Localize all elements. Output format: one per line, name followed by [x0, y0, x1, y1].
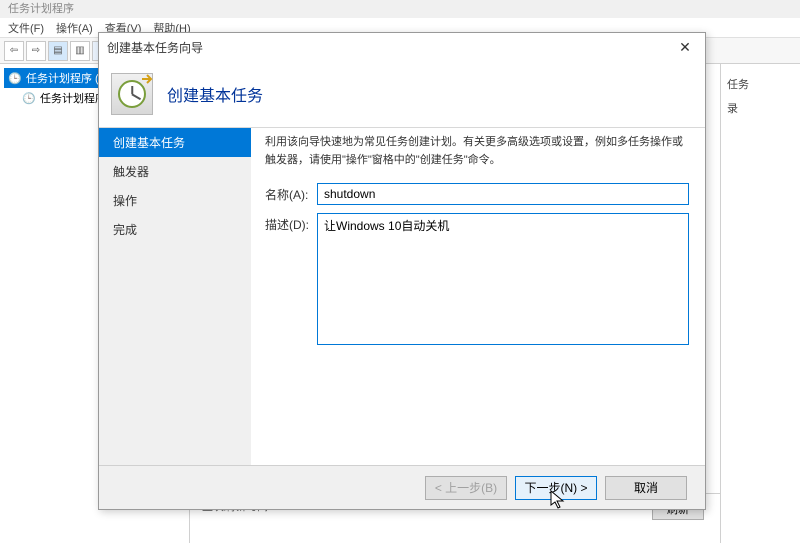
- description-row: 描述(D):: [265, 213, 689, 345]
- create-basic-task-wizard: 创建基本任务向导 ✕ 创建基本任务 创建基本任务 触发器 操作 完成 利用该向导…: [98, 32, 706, 510]
- dialog-titlebar: 创建基本任务向导 ✕: [99, 33, 705, 61]
- name-label: 名称(A):: [265, 183, 317, 203]
- toolbar-back-icon[interactable]: ⇦: [4, 41, 24, 61]
- wizard-description: 利用该向导快速地为常见任务创建计划。有关更多高级选项或设置，例如多任务操作或触发…: [265, 134, 689, 169]
- step-trigger[interactable]: 触发器: [99, 157, 251, 186]
- name-input[interactable]: [317, 183, 689, 205]
- toolbar-forward-icon[interactable]: ⇨: [26, 41, 46, 61]
- toolbar-panes-icon[interactable]: ▤: [48, 41, 68, 61]
- step-action[interactable]: 操作: [99, 186, 251, 215]
- wizard-clock-icon: [111, 73, 153, 115]
- step-finish[interactable]: 完成: [99, 215, 251, 244]
- actions-item-2[interactable]: 录: [725, 96, 796, 120]
- cancel-button[interactable]: 取消: [605, 476, 687, 500]
- wizard-steps: 创建基本任务 触发器 操作 完成: [99, 127, 251, 465]
- menu-file[interactable]: 文件(F): [4, 20, 48, 36]
- back-button: < 上一步(B): [425, 476, 507, 500]
- close-icon[interactable]: ✕: [673, 35, 697, 59]
- dialog-title: 创建基本任务向导: [107, 39, 203, 56]
- name-row: 名称(A):: [265, 183, 689, 205]
- next-button[interactable]: 下一步(N) >: [515, 476, 597, 500]
- folder-clock-icon: 🕒: [22, 91, 36, 105]
- actions-item-1[interactable]: 任务: [725, 72, 796, 96]
- step-create-basic-task[interactable]: 创建基本任务: [99, 128, 251, 157]
- description-label: 描述(D):: [265, 213, 317, 233]
- actions-panel: 任务 录: [720, 64, 800, 543]
- dialog-content: 利用该向导快速地为常见任务创建计划。有关更多高级选项或设置，例如多任务操作或触发…: [251, 127, 705, 465]
- toolbar-detail-icon[interactable]: ▥: [70, 41, 90, 61]
- bg-window-title: 任务计划程序: [0, 0, 800, 18]
- description-input[interactable]: [317, 213, 689, 345]
- dialog-header: 创建基本任务: [99, 61, 705, 127]
- clock-icon: 🕒: [8, 71, 22, 85]
- dialog-body: 创建基本任务 触发器 操作 完成 利用该向导快速地为常见任务创建计划。有关更多高…: [99, 127, 705, 465]
- arrow-icon: [140, 72, 154, 86]
- menu-action[interactable]: 操作(A): [52, 20, 97, 36]
- dialog-footer: < 上一步(B) 下一步(N) > 取消: [99, 465, 705, 509]
- dialog-heading: 创建基本任务: [167, 82, 263, 106]
